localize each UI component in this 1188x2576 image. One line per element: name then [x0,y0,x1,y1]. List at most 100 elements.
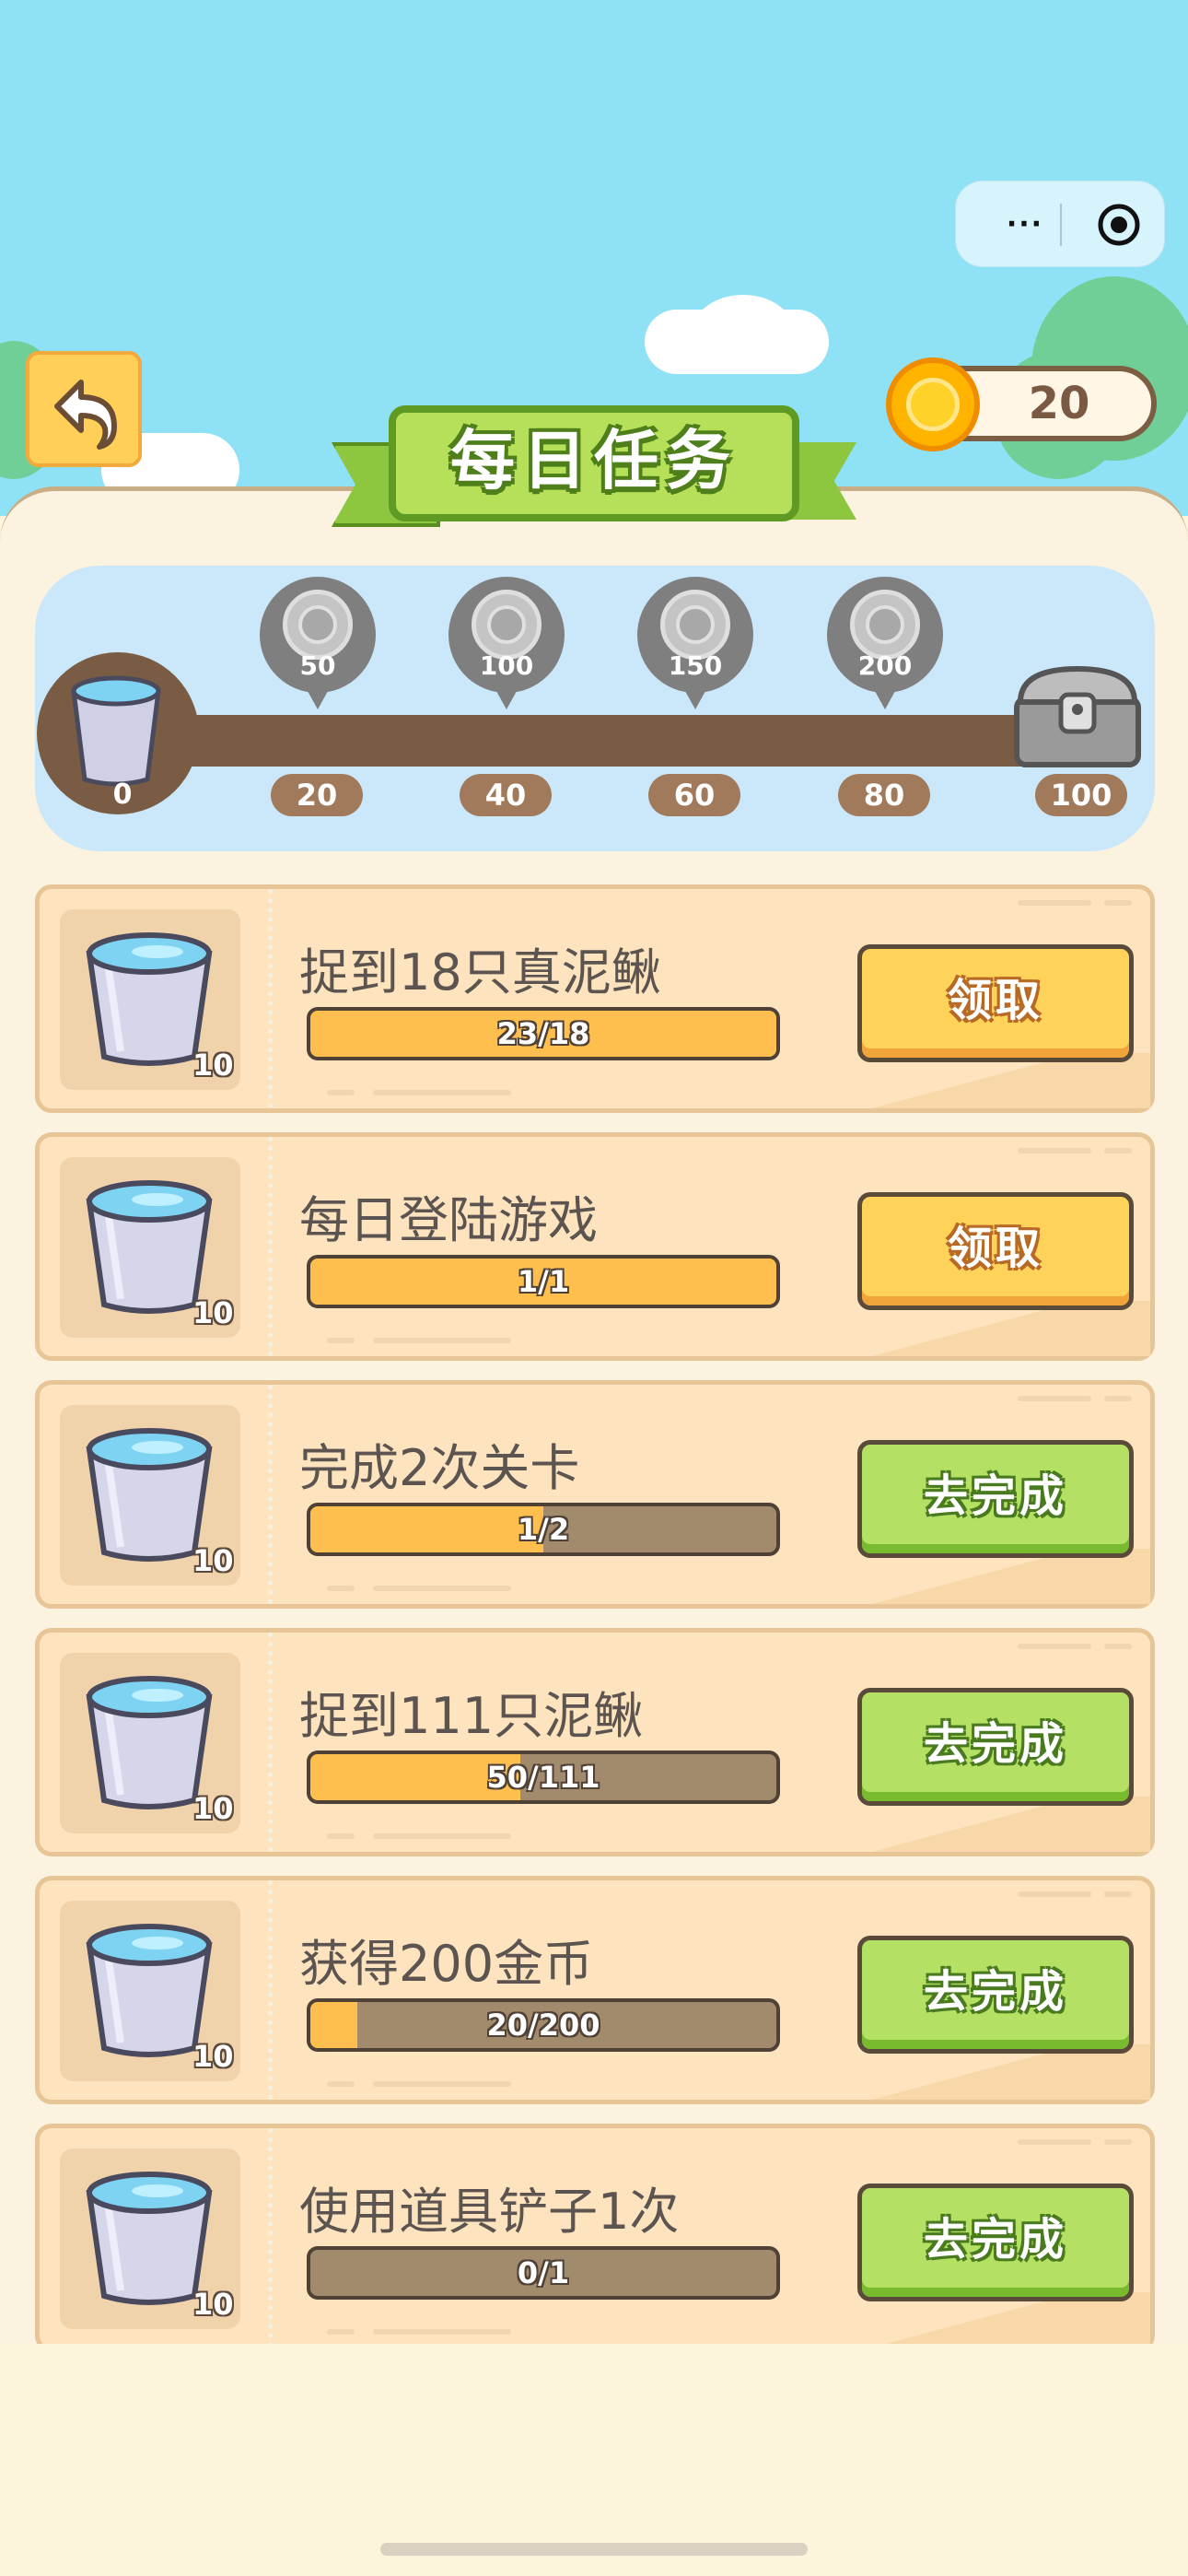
card-decoration [327,1338,355,1343]
card-separator [268,2128,273,2348]
more-menu-button[interactable]: ··· [984,200,1066,250]
milestone-start-value: 0 [112,779,133,811]
card-decoration [373,1586,511,1591]
card-decoration [373,1338,511,1343]
claim-button[interactable]: 领取 [857,944,1134,1062]
task-progress-text: 20/200 [486,2008,600,2043]
milestone-reward-pin[interactable]: 100 [448,577,565,713]
task-name: 获得200金币 [299,1935,594,1993]
card-decoration [327,1586,355,1591]
pin-tip [867,676,903,709]
task-progress-text: 1/1 [517,1264,570,1299]
task-progress-bar: 50/111 [307,1751,780,1804]
task-progress-bar: 20/200 [307,1998,780,2052]
task-progress-bar: 0/1 [307,2246,780,2300]
coin-icon [886,357,980,451]
milestone-value: 60 [648,774,740,816]
task-card: 10 使用道具铲子1次 0/1 去完成 [35,2124,1155,2352]
card-decoration [1104,1148,1132,1153]
milestone-reward-amount: 100 [479,650,534,681]
card-decoration [373,2329,511,2335]
card-decoration [1104,2139,1132,2145]
pin-tip [677,676,714,709]
task-card: 10 每日登陆游戏 1/1 领取 [35,1132,1155,1361]
card-decoration [1104,1644,1132,1649]
go-complete-button[interactable]: 去完成 [857,2184,1134,2301]
milestone-progress-bar [155,715,1076,767]
milestone-reward-pin[interactable]: 200 [827,577,943,713]
claim-button[interactable]: 领取 [857,1192,1134,1310]
go-complete-button[interactable]: 去完成 [857,1688,1134,1806]
milestone-value: 100 [1035,774,1127,816]
card-decoration [1018,900,1091,906]
task-progress-bar: 23/18 [307,1007,780,1060]
task-name: 每日登陆游戏 [299,1191,598,1249]
milestone-reward-amount: 50 [299,650,336,681]
reward-count: 10 [192,2039,234,2074]
close-target-icon[interactable] [1094,200,1144,250]
card-separator [268,1385,273,1604]
card-decoration [1104,1396,1132,1401]
card-separator [268,1880,273,2100]
card-separator [268,1137,273,1356]
water-bucket-icon [71,675,161,787]
task-progress-text: 1/2 [517,1512,570,1547]
silver-coin-icon [472,590,542,660]
task-progress-text: 0/1 [517,2255,570,2290]
card-decoration [1018,1644,1091,1649]
mini-program-capsule: ··· [955,181,1165,267]
reward-count: 10 [192,1791,234,1826]
task-name: 使用道具铲子1次 [299,2183,680,2241]
go-complete-button[interactable]: 去完成 [857,1936,1134,2054]
card-decoration [327,2081,355,2087]
task-card: 10 捉到18只真泥鳅 23/18 领取 [35,884,1155,1113]
task-progress-bar: 1/2 [307,1503,780,1556]
card-decoration [1018,1396,1091,1401]
card-decoration [1018,2139,1091,2145]
card-separator [268,1633,273,1852]
milestone-value: 40 [460,774,552,816]
reward-count: 10 [192,2287,234,2322]
task-card: 10 完成2次关卡 1/2 去完成 [35,1380,1155,1609]
card-decoration [1018,1148,1091,1153]
card-decoration [373,1833,511,1839]
task-name: 捉到18只真泥鳅 [299,943,661,1001]
task-card: 10 获得200金币 20/200 去完成 [35,1876,1155,2104]
coin-count: 20 [1028,378,1090,429]
silver-coin-icon [850,590,920,660]
reward-count: 10 [192,1295,234,1330]
home-indicator[interactable] [380,2543,808,2556]
milestone-track: 0 50 100 150 200 20 40 60 80 100 [35,566,1155,851]
card-decoration [1018,1891,1091,1897]
task-progress-bar: 1/1 [307,1255,780,1308]
pin-tip [299,676,336,709]
title-banner: 每日任务 [332,405,856,545]
silver-coin-icon [283,590,353,660]
treasure-chest-icon[interactable] [1011,662,1144,772]
card-decoration [327,1090,355,1095]
page-title: 每日任务 [450,423,738,498]
card-decoration [1104,1891,1132,1897]
card-decoration [373,1090,511,1095]
silver-coin-icon [660,590,730,660]
pin-tip [488,676,525,709]
milestone-reward-pin[interactable]: 50 [260,577,376,713]
card-separator [268,889,273,1108]
reward-count: 10 [192,1543,234,1578]
card-decoration [373,2081,511,2087]
back-button[interactable] [26,351,142,467]
task-progress-text: 23/18 [496,1016,590,1051]
milestone-reward-pin[interactable]: 150 [637,577,753,713]
task-progress-text: 50/111 [486,1760,600,1795]
task-card: 10 捉到111只泥鳅 50/111 去完成 [35,1628,1155,1856]
milestone-value: 80 [838,774,930,816]
bottom-area [0,2344,1188,2576]
go-complete-button[interactable]: 去完成 [857,1440,1134,1558]
reward-count: 10 [192,1048,234,1083]
card-decoration [1104,900,1132,906]
milestone-reward-amount: 150 [668,650,723,681]
back-arrow-icon [54,380,117,450]
task-name: 捉到111只泥鳅 [299,1687,644,1745]
milestone-value: 20 [271,774,363,816]
capsule-divider [1060,204,1062,246]
